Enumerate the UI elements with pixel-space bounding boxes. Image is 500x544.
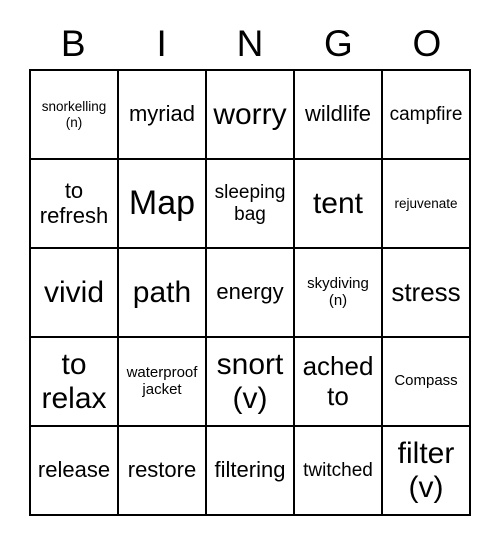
bingo-cell[interactable]: stress (383, 249, 471, 338)
bingo-cell[interactable]: path (119, 249, 207, 338)
bingo-cell[interactable]: to relax (31, 338, 119, 427)
bingo-cell-label: Compass (394, 372, 458, 390)
bingo-cell-label: release (37, 457, 111, 483)
bingo-cell-label: rejuvenate (394, 195, 458, 211)
bingo-cell-label: stress (391, 276, 461, 307)
bingo-cell[interactable]: to refresh (31, 160, 119, 249)
bingo-cell[interactable]: skydiving (n) (295, 249, 383, 338)
bingo-cell[interactable]: worry (207, 71, 295, 160)
bingo-cell[interactable]: restore (119, 427, 207, 516)
bingo-cell-label: to relax (41, 347, 107, 415)
bingo-cell[interactable]: wildlife (295, 71, 383, 160)
bingo-cell-label: Map (128, 184, 196, 223)
header-letter-i: I (156, 22, 167, 64)
bingo-cell-label: worry (213, 97, 287, 131)
bingo-cell-label: snorkelling (n) (41, 99, 107, 130)
bingo-cell[interactable]: energy (207, 249, 295, 338)
bingo-cell-label: ached to (302, 351, 374, 411)
bingo-cell[interactable]: filtering (207, 427, 295, 516)
bingo-cell[interactable]: ached to (295, 338, 383, 427)
bingo-cell-label: path (132, 275, 192, 309)
bingo-cell-label: wildlife (304, 101, 372, 127)
bingo-cell[interactable]: Map (119, 160, 207, 249)
bingo-cell[interactable]: campfire (383, 71, 471, 160)
bingo-cell-label: snort (v) (216, 347, 284, 415)
bingo-cell-label: filter (v) (397, 436, 455, 504)
header-letter-b: B (60, 22, 86, 64)
bingo-cell-label: waterproof jacket (126, 363, 198, 398)
bingo-cell[interactable]: tent (295, 160, 383, 249)
bingo-cell[interactable]: rejuvenate (383, 160, 471, 249)
bingo-cell[interactable]: Compass (383, 338, 471, 427)
bingo-cell-label: twitched (303, 459, 373, 481)
header-letter-o: O (412, 22, 442, 64)
bingo-cell-label: filtering (214, 457, 286, 483)
bingo-cell[interactable]: snort (v) (207, 338, 295, 427)
bingo-cell-label: energy (216, 279, 284, 305)
bingo-cell-label: vivid (43, 275, 104, 309)
bingo-card: B I N G O snorkelling (n) myriad worry w… (0, 0, 500, 544)
bingo-cell[interactable]: release (31, 427, 119, 516)
header-letter-n: N (236, 22, 264, 64)
bingo-cell-label: restore (127, 457, 197, 483)
bingo-cell-label: sleeping bag (214, 182, 286, 225)
bingo-cell-label: tent (312, 186, 364, 220)
bingo-grid: snorkelling (n) myriad worry wildlife ca… (29, 69, 471, 516)
bingo-cell[interactable]: vivid (31, 249, 119, 338)
bingo-cell[interactable]: waterproof jacket (119, 338, 207, 427)
bingo-cell-label: to refresh (39, 177, 109, 228)
header-letter-g: G (324, 22, 353, 64)
bingo-cell-label: skydiving (n) (307, 274, 369, 309)
bingo-cell[interactable]: myriad (119, 71, 207, 160)
bingo-cell[interactable]: sleeping bag (207, 160, 295, 249)
bingo-header-row: B I N G O (29, 18, 471, 68)
bingo-cell[interactable]: twitched (295, 427, 383, 516)
bingo-cell[interactable]: filter (v) (383, 427, 471, 516)
bingo-cell-label: campfire (389, 103, 463, 125)
bingo-cell-label: myriad (128, 101, 195, 127)
bingo-cell[interactable]: snorkelling (n) (31, 71, 119, 160)
